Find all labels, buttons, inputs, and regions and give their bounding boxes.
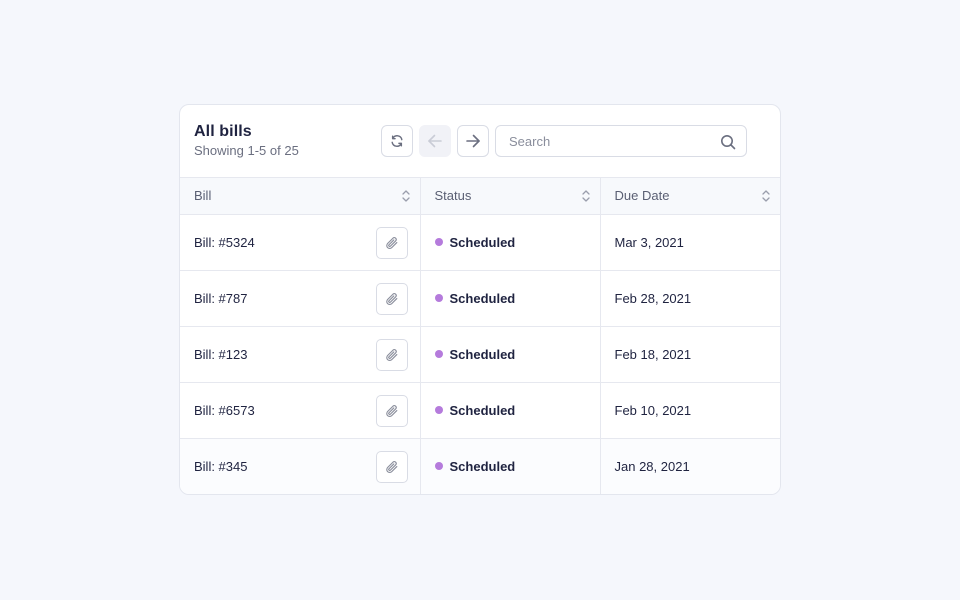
attachment-button[interactable] [375,338,408,371]
bill-number: Bill: #345 [194,458,248,474]
table-row[interactable]: Bill: #6573 Scheduled Feb 10, 2021 [180,382,780,439]
paperclip-icon [385,460,397,473]
status-cell: Scheduled [420,326,601,383]
status-dot [434,405,443,414]
column-header-status[interactable]: Status [420,178,601,215]
card-header: All bills Showing 1-5 of 25 [180,105,780,178]
table-row[interactable]: Bill: #123 Scheduled Feb 18, 2021 [180,326,780,383]
page-title: All bills [194,123,252,140]
status-cell: Scheduled [420,270,601,327]
attachment-button[interactable] [375,394,408,427]
bill-cell: Bill: #345 [180,438,421,494]
paperclip-icon [385,404,397,417]
due-date-cell: Mar 3, 2021 [600,214,780,271]
sort-icon[interactable] [581,189,590,203]
search-icon[interactable] [720,134,736,150]
status-dot [434,349,443,358]
status-dot [434,461,443,470]
paperclip-icon [385,292,397,305]
column-label: Bill [194,188,212,204]
status-label: Scheduled [449,458,516,474]
paperclip-icon [385,236,397,249]
attachment-button[interactable] [375,450,408,483]
due-date-cell: Feb 10, 2021 [600,382,780,439]
status-label: Scheduled [449,346,516,362]
status-label: Scheduled [449,290,516,306]
bill-cell: Bill: #6573 [180,382,421,439]
table-row[interactable]: Bill: #345 Scheduled Jan 28, 2021 [180,438,780,494]
next-page-button[interactable] [457,125,489,157]
arrow-left-icon [428,134,442,148]
bill-number: Bill: #787 [194,290,248,306]
column-label: Status [434,188,472,204]
table-header-row: Bill Status Due Date [180,178,780,215]
bills-table: Bill Status Due Date Bill: #5324 Schedul… [180,178,780,494]
pagination-summary: Showing 1-5 of 25 [194,143,299,158]
status-dot [434,293,443,302]
status-cell: Scheduled [420,382,601,439]
status-label: Scheduled [449,234,516,250]
due-date-cell: Feb 18, 2021 [600,326,780,383]
table-row[interactable]: Bill: #5324 Scheduled Mar 3, 2021 [180,214,780,271]
bill-number: Bill: #123 [194,346,248,362]
attachment-button[interactable] [375,226,408,259]
column-header-due-date[interactable]: Due Date [600,178,780,215]
sort-icon[interactable] [401,189,410,203]
status-cell: Scheduled [420,438,601,494]
paperclip-icon [385,348,397,361]
refresh-button[interactable] [381,125,413,157]
table-row[interactable]: Bill: #787 Scheduled Feb 28, 2021 [180,270,780,327]
bill-number: Bill: #5324 [194,234,255,250]
column-label: Due Date [614,188,670,204]
status-cell: Scheduled [420,214,601,271]
bill-cell: Bill: #123 [180,326,421,383]
due-date-cell: Jan 28, 2021 [600,438,780,494]
status-dot [434,237,443,246]
attachment-button[interactable] [375,282,408,315]
refresh-icon [391,135,403,147]
bill-cell: Bill: #787 [180,270,421,327]
search-box [495,125,747,157]
status-label: Scheduled [449,402,516,418]
search-input[interactable] [496,126,746,156]
due-date-cell: Feb 28, 2021 [600,270,780,327]
bill-cell: Bill: #5324 [180,214,421,271]
column-header-bill[interactable]: Bill [180,178,421,215]
bill-number: Bill: #6573 [194,402,255,418]
arrow-right-icon [466,134,480,148]
sort-icon[interactable] [762,189,770,203]
bills-card: All bills Showing 1-5 of 25 Search Bill … [179,104,781,495]
previous-page-button[interactable] [419,125,451,157]
